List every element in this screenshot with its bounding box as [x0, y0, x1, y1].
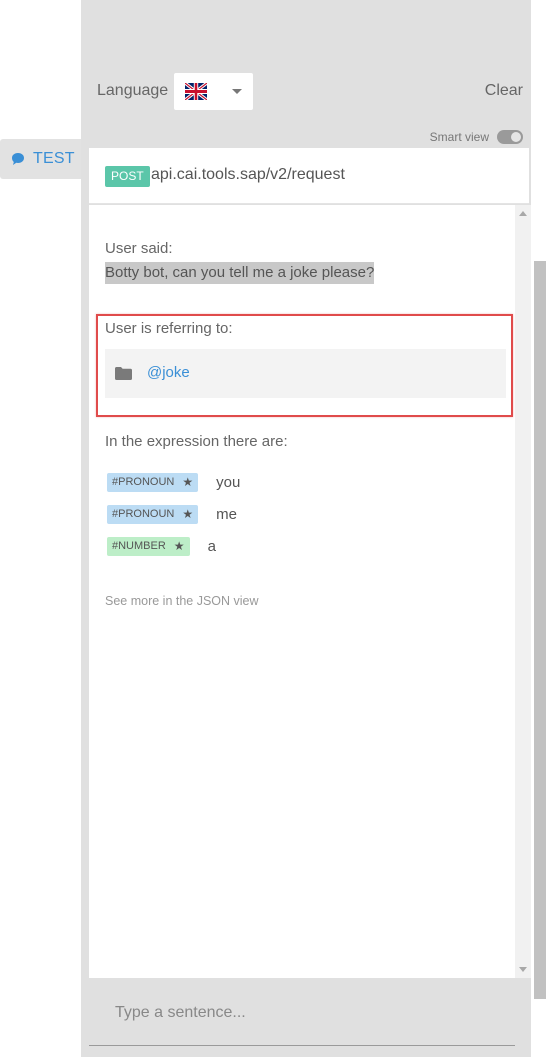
entity-tag-label: #PRONOUN	[112, 475, 175, 488]
language-label: Language	[97, 82, 169, 99]
entity-tag[interactable]: #PRONOUN ★	[107, 472, 199, 492]
left-nav: TEST	[0, 0, 81, 1057]
smart-view-toggle[interactable]	[497, 130, 523, 144]
toggle-knob	[511, 132, 521, 142]
user-said-text: Botty bot, can you tell me a joke please…	[105, 262, 375, 284]
sentence-input-area	[89, 980, 515, 1046]
analysis-content: User said: Botty bot, can you tell me a …	[89, 205, 515, 978]
expression-label: In the expression there are:	[105, 433, 288, 450]
entity-value: a	[207, 537, 216, 555]
clear-button[interactable]: Clear	[485, 82, 523, 100]
chevron-down-icon	[232, 89, 242, 94]
json-view-link[interactable]: See more in the JSON view	[105, 594, 259, 608]
star-icon: ★	[173, 538, 185, 553]
test-panel: Language Clear Smart view POST api.cai.t…	[81, 0, 531, 1057]
entity-row: #NUMBER ★ a	[107, 536, 216, 556]
highlight-frame	[96, 314, 513, 417]
entity-row: #PRONOUN ★ me	[107, 504, 237, 524]
chat-bubble-icon	[12, 153, 24, 165]
star-icon: ★	[182, 506, 194, 521]
entity-value: me	[216, 505, 237, 523]
scroll-up-arrow[interactable]	[519, 211, 527, 216]
entity-row: #PRONOUN ★ you	[107, 472, 240, 492]
entity-tag-label: #PRONOUN	[112, 507, 175, 520]
entity-tag-label: #NUMBER	[112, 539, 166, 552]
method-badge: POST	[105, 166, 150, 187]
smart-view-label: Smart view	[429, 130, 489, 144]
panel-scrollbar-thumb[interactable]	[534, 261, 546, 999]
user-said-label: User said:	[105, 240, 173, 257]
smart-view-control: Smart view	[430, 130, 523, 144]
entity-tag[interactable]: #PRONOUN ★	[107, 504, 199, 524]
test-tab[interactable]: TEST	[0, 139, 81, 179]
test-tab-label: TEST	[33, 150, 75, 167]
language-select[interactable]	[174, 73, 253, 110]
request-header: POST api.cai.tools.sap/v2/request	[89, 148, 529, 204]
request-url: api.cai.tools.sap/v2/request	[151, 166, 345, 183]
sentence-input[interactable]	[89, 980, 515, 1046]
content-scrollbar[interactable]	[515, 205, 531, 978]
star-icon: ★	[182, 474, 194, 489]
entity-value: you	[216, 473, 241, 491]
entity-tag[interactable]: #NUMBER ★	[107, 536, 190, 556]
uk-flag-icon	[185, 83, 207, 100]
scroll-down-arrow[interactable]	[519, 967, 527, 972]
